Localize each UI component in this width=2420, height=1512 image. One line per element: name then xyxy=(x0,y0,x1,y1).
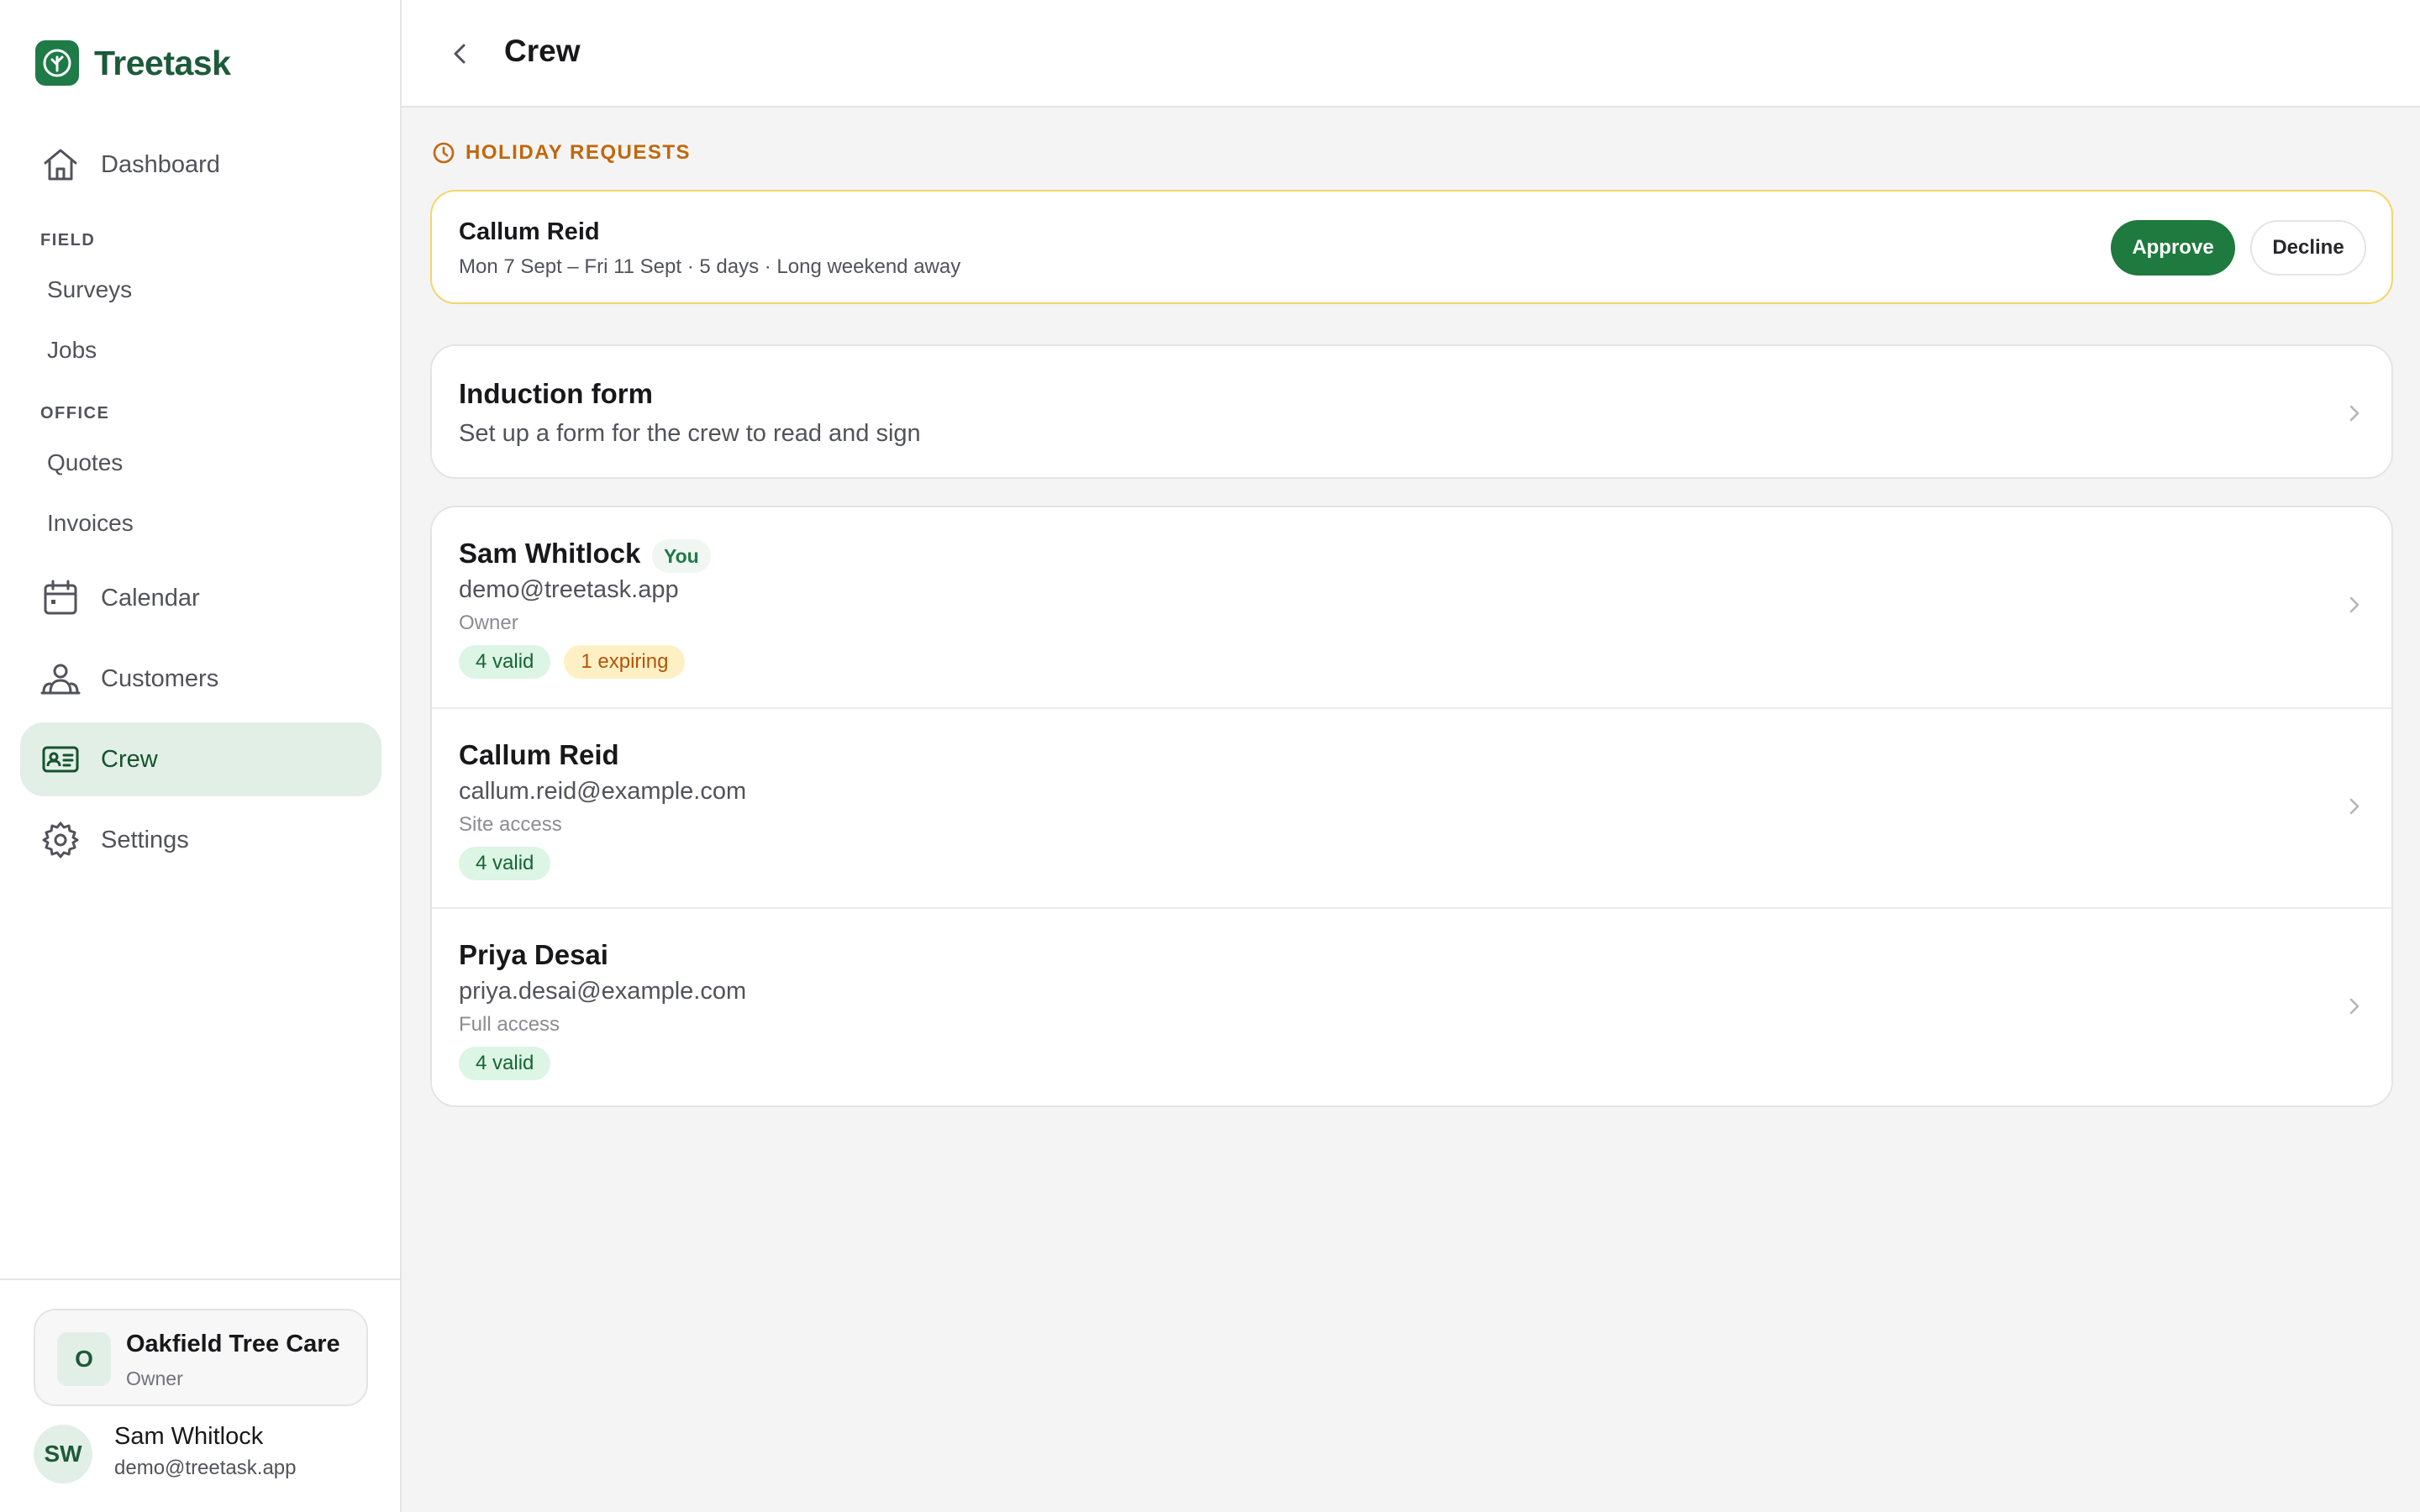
sidebar-item-dashboard[interactable]: Dashboard xyxy=(20,128,381,202)
org-avatar: O xyxy=(57,1332,111,1386)
id-card-icon xyxy=(42,746,79,773)
user-name: Sam Whitlock xyxy=(114,1423,264,1450)
clock-icon xyxy=(433,142,455,164)
crew-list: Sam Whitlock You demo@treetask.app Owner… xyxy=(430,506,2393,1107)
gear-icon xyxy=(42,822,79,858)
crew-row[interactable]: Callum Reid callum.reid@example.com Site… xyxy=(432,707,2391,907)
sidebar-item-label: Crew xyxy=(101,745,158,773)
page-header: Crew xyxy=(402,0,2420,108)
user-email: demo@treetask.app xyxy=(114,1457,297,1479)
expiring-badge: 1 expiring xyxy=(564,645,686,679)
holiday-requester-name: Callum Reid xyxy=(459,218,600,245)
sidebar-item-crew[interactable]: Crew xyxy=(20,722,381,796)
sidebar-item-quotes[interactable]: Quotes xyxy=(47,449,123,476)
certificate-badges: 4 valid xyxy=(459,847,551,880)
chevron-right-icon xyxy=(2349,596,2360,613)
chevron-right-icon xyxy=(2349,998,2360,1015)
crew-row[interactable]: Sam Whitlock You demo@treetask.app Owner… xyxy=(432,507,2391,707)
avatar[interactable]: SW xyxy=(34,1425,92,1483)
users-icon xyxy=(40,664,81,695)
calendar-icon xyxy=(44,580,77,615)
section-label-field: FIELD xyxy=(40,231,96,249)
crew-member-name: Priya Desai xyxy=(459,939,608,970)
back-button[interactable] xyxy=(437,30,484,77)
sidebar-item-label: Customers xyxy=(101,664,219,692)
holiday-request-card: Callum Reid Mon 7 Sept – Fri 11 Sept · 5… xyxy=(430,190,2393,304)
chevron-right-icon xyxy=(2349,798,2360,815)
induction-form-title: Induction form xyxy=(459,378,653,409)
crew-member-role: Full access xyxy=(459,1013,560,1036)
sidebar-item-customers[interactable]: Customers xyxy=(20,642,381,716)
org-role: Owner xyxy=(126,1368,183,1389)
you-badge: You xyxy=(652,539,711,573)
page-title: Crew xyxy=(504,34,581,68)
holiday-requests-title: HOLIDAY REQUESTS xyxy=(466,141,692,164)
crew-member-email: callum.reid@example.com xyxy=(459,778,747,805)
crew-row[interactable]: Priya Desai priya.desai@example.com Full… xyxy=(432,907,2391,1105)
section-label-office: OFFICE xyxy=(40,404,110,423)
valid-badge: 4 valid xyxy=(459,645,551,679)
crew-member-role: Site access xyxy=(459,813,562,836)
induction-form-card[interactable]: Induction form Set up a form for the cre… xyxy=(430,344,2393,479)
chevron-left-icon xyxy=(454,44,466,64)
org-name: Oakfield Tree Care xyxy=(126,1331,340,1357)
holiday-requests-heading: HOLIDAY REQUESTS xyxy=(432,141,691,165)
home-icon xyxy=(44,149,77,181)
sidebar-item-invoices[interactable]: Invoices xyxy=(47,510,134,537)
induction-form-description: Set up a form for the crew to read and s… xyxy=(459,420,921,447)
sidebar-item-jobs[interactable]: Jobs xyxy=(47,337,97,364)
tree-logo-icon xyxy=(35,40,79,86)
crew-member-email: priya.desai@example.com xyxy=(459,978,747,1005)
brand[interactable]: Treetask xyxy=(35,40,231,86)
sidebar-footer: O Oakfield Tree Care Owner SW Sam Whitlo… xyxy=(0,1278,400,1512)
approve-button[interactable]: Approve xyxy=(2111,220,2235,276)
certificate-badges: 4 valid 1 expiring xyxy=(459,645,686,679)
sidebar-item-label: Calendar xyxy=(101,584,200,612)
certificate-badges: 4 valid xyxy=(459,1047,551,1080)
sidebar-item-label: Dashboard xyxy=(101,150,220,178)
crew-member-role: Owner xyxy=(459,612,518,634)
sidebar-item-settings[interactable]: Settings xyxy=(20,803,381,877)
chevron-right-icon xyxy=(2349,405,2360,422)
holiday-request-details: Mon 7 Sept – Fri 11 Sept · 5 days · Long… xyxy=(459,255,961,278)
crew-member-email: demo@treetask.app xyxy=(459,576,679,603)
valid-badge: 4 valid xyxy=(459,1047,551,1080)
sidebar-item-calendar[interactable]: Calendar xyxy=(20,561,381,635)
valid-badge: 4 valid xyxy=(459,847,551,880)
crew-member-name: Sam Whitlock xyxy=(459,538,641,569)
crew-member-name: Callum Reid xyxy=(459,739,619,770)
sidebar-item-label: Settings xyxy=(101,826,189,853)
sidebar: Treetask Dashboard FIELD Surveys Jobs OF… xyxy=(0,0,402,1512)
org-switcher[interactable]: O Oakfield Tree Care Owner xyxy=(34,1309,368,1406)
decline-button[interactable]: Decline xyxy=(2250,220,2366,276)
app-name: Treetask xyxy=(94,43,231,82)
sidebar-item-surveys[interactable]: Surveys xyxy=(47,276,132,303)
